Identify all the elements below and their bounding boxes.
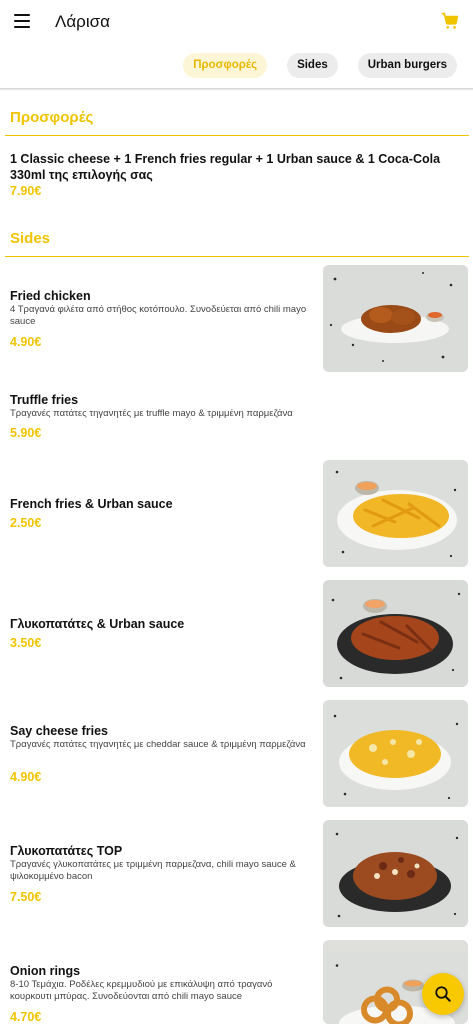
tab-offers[interactable]: Προσφορές [183,53,268,78]
section-title-offers: Προσφορές [10,109,94,126]
item-description: Τραγανές γλυκοπατάτες με τριμμένη παρμεζ… [10,859,296,882]
item-price: 4.90€ [10,335,42,349]
tab-urban-burgers[interactable]: Urban burgers [357,53,457,78]
item-description: 4 Τραγανά φιλέτα από στήθος κοτόπουλο. Σ… [10,304,307,327]
menu-button[interactable] [14,14,30,28]
item-price: 7.90€ [10,184,42,198]
category-tabs: Προσφορές Sides Urban burgers [183,53,457,78]
list-item[interactable]: French fries & Urban sauce 2.50€ [0,460,473,567]
search-icon [435,986,451,1002]
item-price: 4.90€ [10,770,42,784]
top-bar: Λάρισα [0,0,473,44]
item-price: 5.90€ [10,426,42,440]
item-description: Τραγανές πατάτες τηγανητές με cheddar sa… [10,739,306,750]
list-item[interactable]: Onion rings 8-10 Τεμάχια. Ροδέλες κρεμμυ… [0,940,473,1024]
item-name: Truffle fries [10,393,79,407]
header-divider [0,88,473,91]
list-item[interactable]: Truffle fries Τραγανές πατάτες τηγανητές… [0,385,473,445]
city-title: Λάρισα [55,12,110,31]
item-image [323,700,468,807]
item-name: 1 Classic cheese + 1 French fries regula… [10,152,441,182]
item-name: Fried chicken [10,289,91,303]
item-price: 2.50€ [10,516,42,530]
menu-icon [14,14,30,28]
item-description: 8-10 Τεμάχια. Ροδέλες κρεμμυδιού με επικ… [10,979,273,1002]
search-button[interactable] [422,973,464,1015]
list-item[interactable]: Say cheese fries Τραγανές πατάτες τηγανη… [0,700,473,807]
section-divider [5,256,469,257]
item-image [323,820,468,927]
item-image [323,580,468,687]
item-name: French fries & Urban sauce [10,497,173,511]
item-name: Onion rings [10,964,81,978]
item-image [323,265,468,372]
item-name: Γλυκοπατάτες TOP [10,844,123,858]
cart-icon [441,12,459,29]
item-name: Say cheese fries [10,724,108,738]
section-title-sides: Sides [10,230,51,247]
item-price: 7.50€ [10,890,42,904]
tab-sides[interactable]: Sides [287,53,338,78]
item-price: 4.70€ [10,1010,42,1024]
list-item[interactable]: Γλυκοπατάτες & Urban sauce 3.50€ [0,580,473,687]
list-item[interactable]: Γλυκοπατάτες TOP Τραγανές γλυκοπατάτες μ… [0,820,473,927]
item-name: Γλυκοπατάτες & Urban sauce [10,617,185,631]
item-price: 3.50€ [10,636,42,650]
section-divider [5,135,469,136]
item-image [323,460,468,567]
cart-button[interactable] [441,12,459,30]
list-item[interactable]: Fried chicken 4 Τραγανά φιλέτα από στήθο… [0,265,473,372]
item-description: Τραγανές πατάτες τηγανητές με truffle ma… [10,408,293,419]
